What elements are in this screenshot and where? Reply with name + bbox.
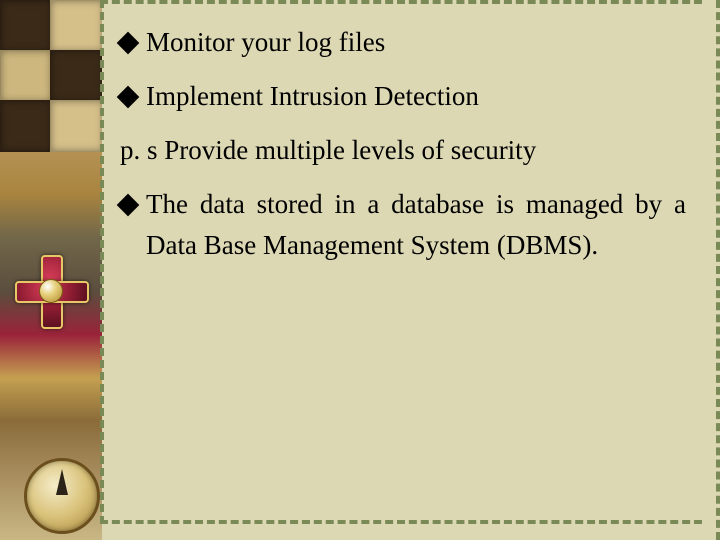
bullet-text: Monitor your log files [146,22,686,64]
list-item: The data stored in a database is managed… [120,184,686,268]
diamond-bullet-icon [117,193,140,216]
decorative-sidebar [0,0,102,540]
checker-tile [50,50,102,102]
checker-tile [0,50,52,102]
checker-tile [50,0,102,52]
slide: Monitor your log files Implement Intrusi… [0,0,720,540]
ps-prefix: p. s [120,135,164,165]
content-box: Monitor your log files Implement Intrusi… [100,0,702,524]
bullet-text: p. s Provide multiple levels of security [120,130,686,172]
medal-icon [10,230,90,350]
checker-tile [0,0,52,52]
bullet-text: The data stored in a database is managed… [146,184,686,268]
list-item: Monitor your log files [120,22,686,64]
diamond-bullet-icon [117,32,140,55]
compass-icon [24,458,100,534]
checker-tile [0,100,52,152]
checker-tile [50,100,102,152]
list-item: p. s Provide multiple levels of security [120,130,686,172]
bullet-text-inner: Provide multiple levels of security [164,135,536,165]
bullet-text: Implement Intrusion Detection [146,76,686,118]
bullet-list: Monitor your log files Implement Intrusi… [120,22,686,267]
diamond-bullet-icon [117,86,140,109]
list-item: Implement Intrusion Detection [120,76,686,118]
right-border [716,0,720,540]
